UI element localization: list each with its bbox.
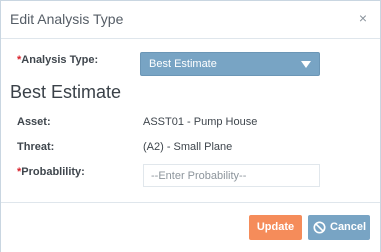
cancel-button[interactable]: Cancel <box>308 215 370 240</box>
dialog-footer: Update Cancel <box>1 202 380 252</box>
edit-analysis-type-dialog: Edit Analysis Type × *Analysis Type: Bes… <box>0 0 381 252</box>
dialog-header: Edit Analysis Type × <box>1 1 380 39</box>
analysis-type-select[interactable]: Best Estimate <box>140 52 320 76</box>
asset-value: ASST01 - Pump House <box>143 116 258 128</box>
analysis-type-label: *Analysis Type: <box>17 54 98 66</box>
dialog-title: Edit Analysis Type <box>10 11 124 27</box>
probability-label-text: Probablility: <box>21 166 85 178</box>
ban-icon <box>313 221 326 234</box>
threat-value: (A2) - Small Plane <box>143 141 233 153</box>
asset-label: Asset: <box>17 116 51 128</box>
probability-input[interactable] <box>143 164 320 187</box>
close-icon[interactable]: × <box>354 9 372 27</box>
analysis-type-selected-value: Best Estimate <box>149 58 217 70</box>
section-title: Best Estimate <box>10 82 122 102</box>
threat-label: Threat: <box>17 141 55 153</box>
caret-down-icon <box>301 61 311 68</box>
cancel-button-label: Cancel <box>330 221 367 233</box>
update-button[interactable]: Update <box>249 215 302 240</box>
probability-label: *Probablility: <box>17 166 85 178</box>
analysis-type-label-text: Analysis Type: <box>21 54 99 66</box>
